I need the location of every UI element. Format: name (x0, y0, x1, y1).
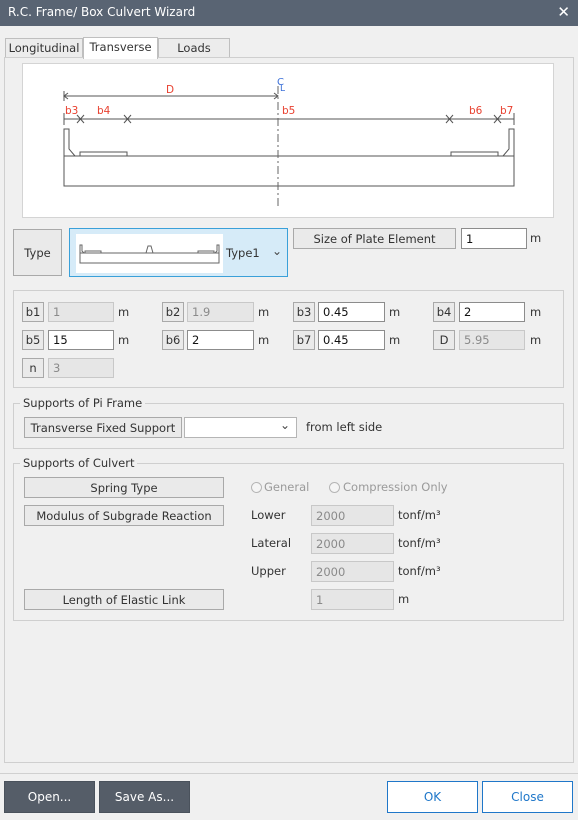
param-b6-unit: m (258, 333, 270, 347)
open-button[interactable]: Open... (4, 781, 95, 813)
param-b5-label: b5 (22, 330, 44, 350)
ok-button[interactable]: OK (387, 781, 478, 813)
close-icon[interactable]: ✕ (557, 3, 570, 21)
footer-divider (0, 773, 578, 774)
lower-unit: tonf/m³ (398, 508, 441, 522)
dim-label-b3: b3 (65, 105, 78, 117)
length-of-elastic-link-button[interactable]: Length of Elastic Link (24, 589, 224, 610)
size-of-plate-element-button[interactable]: Size of Plate Element (293, 228, 456, 249)
lateral-input: 2000 (311, 533, 394, 554)
window-title: R.C. Frame/ Box Culvert Wizard (8, 5, 196, 19)
param-b7-unit: m (389, 333, 401, 347)
pi-frame-group-title: Supports of Pi Frame (20, 396, 146, 410)
upper-unit: tonf/m³ (398, 564, 441, 578)
param-n-input: 3 (48, 358, 114, 378)
elastic-link-unit: m (398, 592, 410, 606)
param-b5-unit: m (118, 333, 130, 347)
param-b7-input[interactable]: 0.45 (318, 330, 385, 350)
param-b3-unit: m (389, 305, 401, 319)
culvert-cross-section-drawing: D b3 b4 b5 b6 b7 C L (63, 77, 515, 209)
param-b1-label: b1 (22, 302, 44, 322)
elastic-link-input: 1 (311, 589, 394, 610)
upper-label: Upper (251, 564, 286, 578)
dim-label-b5: b5 (282, 105, 295, 117)
chevron-down-icon: ⌄ (279, 418, 290, 432)
lateral-label: Lateral (251, 536, 292, 550)
param-b6-input[interactable]: 2 (187, 330, 254, 350)
dim-label-b7: b7 (500, 105, 513, 117)
spring-type-button[interactable]: Spring Type (24, 477, 224, 498)
radio-general[interactable] (251, 482, 262, 493)
param-D-unit: m (530, 333, 542, 347)
centerline-label-l: L (280, 84, 285, 94)
type1-thumbnail-icon (79, 244, 220, 264)
param-b2-unit: m (258, 305, 270, 319)
fixed-support-dropdown[interactable]: ⌄ (184, 417, 297, 438)
close-button[interactable]: Close (482, 781, 573, 813)
transverse-fixed-support-button[interactable]: Transverse Fixed Support (24, 417, 182, 438)
param-b3-label: b3 (293, 302, 315, 322)
lateral-unit: tonf/m³ (398, 536, 441, 550)
tab-longitudinal[interactable]: Longitudinal (5, 38, 83, 58)
tab-loads[interactable]: Loads (158, 38, 230, 58)
dim-label-b4: b4 (97, 105, 111, 117)
radio-compression-only-label: Compression Only (343, 480, 448, 494)
param-n-label: n (22, 358, 44, 378)
title-bar: R.C. Frame/ Box Culvert Wizard ✕ (0, 0, 578, 26)
upper-input: 2000 (311, 561, 394, 582)
param-b2-label: b2 (162, 302, 184, 322)
param-b4-unit: m (530, 305, 542, 319)
type-button[interactable]: Type (13, 229, 62, 276)
param-b3-input[interactable]: 0.45 (318, 302, 385, 322)
radio-general-label: General (264, 480, 310, 494)
plate-size-input[interactable]: 1 (461, 228, 527, 249)
param-D-label: D (433, 330, 455, 350)
param-b1-unit: m (118, 305, 130, 319)
from-left-side-label: from left side (306, 420, 383, 434)
radio-compression-only[interactable] (329, 482, 340, 493)
lower-label: Lower (251, 508, 286, 522)
param-b7-label: b7 (293, 330, 315, 350)
param-b4-input[interactable]: 2 (459, 302, 525, 322)
section-diagram: D b3 b4 b5 b6 b7 C L (22, 63, 554, 218)
type-selected-label: Type1 (226, 246, 260, 260)
culvert-group-title: Supports of Culvert (20, 456, 138, 470)
modulus-of-subgrade-reaction-button[interactable]: Modulus of Subgrade Reaction (24, 505, 224, 526)
lower-input: 2000 (311, 505, 394, 526)
type-selector[interactable]: Type1 ⌄ (69, 228, 288, 277)
param-b1-input: 1 (48, 302, 114, 322)
param-b5-input[interactable]: 15 (48, 330, 114, 350)
param-D-input: 5.95 (459, 330, 525, 350)
save-as-button[interactable]: Save As... (99, 781, 190, 813)
tab-transverse[interactable]: Transverse (83, 37, 158, 59)
chevron-down-icon[interactable]: ⌄ (272, 244, 282, 258)
dim-label-b6: b6 (469, 105, 483, 117)
param-b6-label: b6 (162, 330, 184, 350)
param-b4-label: b4 (433, 302, 455, 322)
type-preview (76, 234, 223, 273)
plate-size-unit: m (530, 231, 542, 245)
dim-label-D: D (166, 84, 174, 96)
param-b2-input: 1.9 (187, 302, 254, 322)
